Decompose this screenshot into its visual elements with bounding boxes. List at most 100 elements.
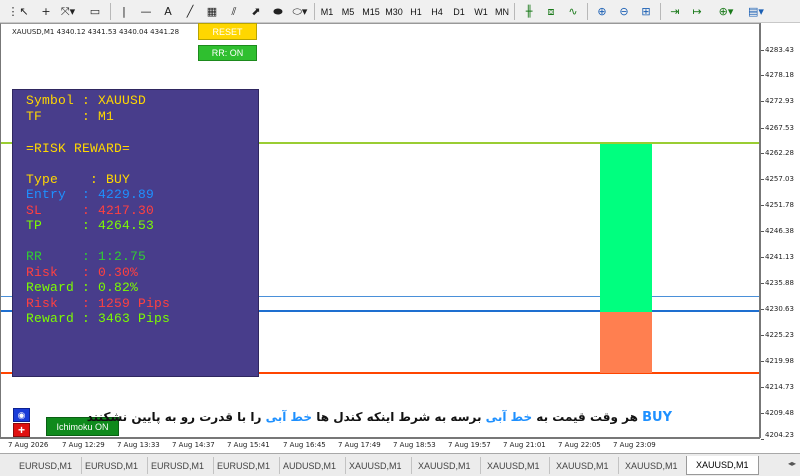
timeframe-m15[interactable]: M15: [360, 2, 382, 21]
panel-reward-pips: Reward : 3463 Pips: [26, 311, 171, 326]
chart-tab[interactable]: XAUUSD,M1: [340, 457, 412, 474]
time-label: 7 Aug 19:57: [448, 441, 491, 449]
price-tick: [761, 101, 764, 102]
price-label: 4230.63: [765, 305, 794, 313]
panel-risk-percent: Risk : 0.30%: [26, 265, 139, 280]
panel-rr: RR : 1:2.75: [26, 249, 147, 264]
price-tick: [761, 335, 764, 336]
price-label: 4251.78: [765, 201, 794, 209]
risk-reward-panel: Symbol : XAUUSD TF : M1 =RISK REWARD= Ty…: [12, 89, 259, 377]
price-label: 4225.23: [765, 331, 794, 339]
time-label: 7 Aug 15:41: [227, 441, 270, 449]
time-label: 7 Aug 21:01: [503, 441, 546, 449]
timeframe-h1[interactable]: H1: [407, 2, 425, 21]
price-label: 4246.38: [765, 227, 794, 235]
separator: [514, 3, 515, 20]
eye-icon-button[interactable]: ◉: [13, 408, 30, 422]
timeframe-d1[interactable]: D1: [450, 2, 468, 21]
time-label: 7 Aug 18:53: [393, 441, 436, 449]
zoom-in-icon[interactable]: ⊕: [592, 2, 612, 21]
price-label: 4257.03: [765, 175, 794, 183]
timeframe-m30[interactable]: M30: [383, 2, 405, 21]
timeframe-m1[interactable]: M1: [318, 2, 336, 21]
trendline-icon[interactable]: ╱: [180, 2, 200, 21]
arrow-icon[interactable]: ⬈: [246, 2, 266, 21]
chart-tab-active[interactable]: XAUUSD,M1: [686, 456, 759, 475]
tile-windows-icon[interactable]: ⊞: [636, 2, 656, 21]
chart-tab[interactable]: AUDUSD,M1: [274, 457, 347, 474]
time-label: 7 Aug 23:09: [613, 441, 656, 449]
note-text-part1: هر وقت قیمت به: [536, 410, 638, 424]
horizontal-line-icon[interactable]: —: [136, 2, 156, 21]
chart-tab[interactable]: EURUSD,M1: [76, 457, 149, 474]
rr-toggle-button[interactable]: RR: ON: [198, 45, 257, 61]
toolbar: ⋮ ↖ + ⤧▾ ▭ | — A ╱ ▦ ⫽ ⬈ ⬬ ⬭▾ M1 M5 M15 …: [0, 0, 800, 23]
time-label: 7 Aug 2026: [8, 441, 49, 449]
time-label: 7 Aug 14:37: [172, 441, 215, 449]
indicators-icon[interactable]: ⊕▾: [713, 2, 739, 21]
text-icon[interactable]: A: [158, 2, 178, 21]
cursor-icon[interactable]: ↖: [14, 2, 34, 21]
price-label: 4262.28: [765, 149, 794, 157]
panel-heading: =RISK REWARD=: [26, 141, 131, 156]
panel-reward-percent: Reward : 0.82%: [26, 280, 139, 295]
drawing-tools-icon[interactable]: ⤧▾: [58, 2, 78, 21]
separator: [314, 3, 315, 20]
take-profit-zone: [600, 144, 652, 312]
price-tick: [761, 50, 764, 51]
plus-icon-button[interactable]: +: [13, 423, 30, 437]
panel-symbol: Symbol : XAUUSD: [26, 93, 147, 108]
price-label: 4204.23: [765, 431, 794, 439]
price-axis[interactable]: 4283.43 4278.18 4272.93 4267.53 4262.28 …: [760, 23, 800, 440]
chart-tab[interactable]: EURUSD,M1: [10, 457, 83, 474]
price-label: 4272.93: [765, 97, 794, 105]
separator: [660, 3, 661, 20]
chart-tab[interactable]: EURUSD,M1: [142, 457, 215, 474]
ellipse-icon[interactable]: ⬬: [268, 2, 288, 21]
price-label: 4235.88: [765, 279, 794, 287]
tab-scroll-arrows-icon[interactable]: ◂▸: [788, 459, 796, 468]
chart-tab[interactable]: XAUUSD,M1: [478, 457, 550, 474]
zoom-out-icon[interactable]: ⊖: [614, 2, 634, 21]
price-label: 4214.73: [765, 383, 794, 391]
panel-sl: SL : 4217.30: [26, 203, 155, 218]
timeframe-w1[interactable]: W1: [472, 2, 490, 21]
price-label: 4278.18: [765, 71, 794, 79]
fibonacci-icon[interactable]: ▦: [202, 2, 222, 21]
price-tick: [761, 309, 764, 310]
note-text-part3: را با قدرت رو به پایین نشکنند: [86, 410, 262, 424]
time-axis[interactable]: 7 Aug 2026 7 Aug 12:29 7 Aug 13:33 7 Aug…: [0, 438, 760, 453]
candlestick-icon[interactable]: ⧈: [541, 2, 561, 21]
price-tick: [761, 231, 764, 232]
periodicity-icon[interactable]: ▤▾: [742, 2, 770, 21]
chart-tab[interactable]: XAUUSD,M1: [616, 457, 688, 474]
timeframe-mn[interactable]: MN: [493, 2, 511, 21]
time-label: 7 Aug 17:49: [338, 441, 381, 449]
vertical-line-icon[interactable]: |: [114, 2, 134, 21]
shapes-icon[interactable]: ⬭▾: [290, 2, 310, 21]
panel-type: Type : BUY: [26, 172, 131, 187]
chart-tab[interactable]: XAUUSD,M1: [547, 457, 619, 474]
price-tick: [761, 283, 764, 284]
chart-shift-icon[interactable]: ⇥: [665, 2, 685, 21]
channel-icon[interactable]: ⫽: [224, 2, 244, 21]
timeframe-h4[interactable]: H4: [428, 2, 446, 21]
time-label: 7 Aug 16:45: [283, 441, 326, 449]
chart-area[interactable]: XAUUSD,M1 4340.12 4341.53 4340.04 4341.2…: [0, 23, 760, 438]
separator: [587, 3, 588, 20]
crosshair-icon[interactable]: +: [36, 2, 56, 21]
price-label: 4241.13: [765, 253, 794, 261]
chart-tab[interactable]: EURUSD,M1: [208, 457, 281, 474]
price-tick: [761, 179, 764, 180]
autoscroll-icon[interactable]: ↦: [687, 2, 707, 21]
time-label: 7 Aug 13:33: [117, 441, 160, 449]
note-blue-line-2: خط آبی: [265, 410, 313, 424]
reset-button[interactable]: RESET: [198, 23, 257, 40]
rectangle-icon[interactable]: ▭: [85, 2, 105, 21]
bar-chart-icon[interactable]: ╫: [519, 2, 539, 21]
chart-tab[interactable]: XAUUSD,M1: [409, 457, 481, 474]
line-chart-icon[interactable]: ∿: [563, 2, 583, 21]
note-blue-line-1: خط آبی: [485, 410, 533, 424]
separator: [110, 3, 111, 20]
timeframe-m5[interactable]: M5: [339, 2, 357, 21]
